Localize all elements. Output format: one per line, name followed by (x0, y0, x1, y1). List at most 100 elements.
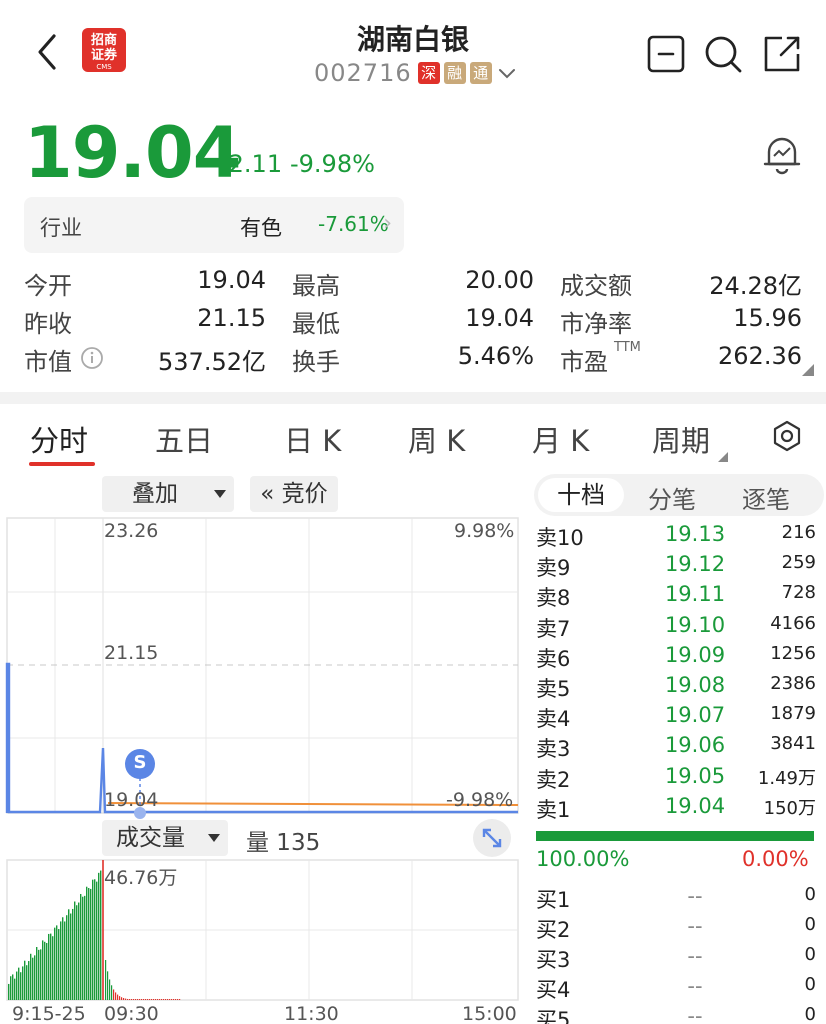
volume-bar (34, 955, 36, 1000)
volume-bar (141, 999, 143, 1000)
level-name: 卖2 (536, 767, 571, 792)
tab-intraday[interactable]: 分时 (30, 418, 88, 460)
market-tag: 深 (417, 62, 440, 84)
stat-label: 今开 (24, 272, 72, 300)
volume-bar (84, 895, 86, 1000)
volume-bar (165, 999, 167, 1000)
tab-period[interactable]: 周期 (652, 418, 710, 460)
volume-bar (123, 998, 125, 1000)
volume-bar (131, 999, 133, 1000)
ask-row[interactable]: 卖5 19.08 2386 (536, 673, 816, 703)
level-name: 卖7 (536, 616, 571, 641)
industry-label: 行业 (40, 216, 82, 240)
ask-row[interactable]: 卖8 19.11 728 (536, 582, 816, 612)
volume-bar (115, 992, 117, 1000)
active-tab-underline (29, 462, 95, 466)
volume-bar (171, 999, 173, 1000)
dropdown-triangle-icon (214, 490, 226, 498)
volume-bar (161, 999, 163, 1000)
pct-axis-bottom: -9.98% (446, 789, 514, 811)
ask-row[interactable]: 卖7 19.10 4166 (536, 613, 816, 643)
search-icon[interactable] (703, 34, 743, 74)
tab-weekly-k[interactable]: 周 K (408, 418, 465, 460)
level-name: 卖5 (536, 677, 571, 701)
volume-bar (117, 994, 119, 1000)
ask-row[interactable]: 卖9 19.12 259 (536, 552, 816, 582)
volume-bar (44, 941, 46, 1000)
time-label: 09:30 (104, 1003, 159, 1024)
ask-row[interactable]: 卖1 19.04 150万 (536, 794, 816, 824)
ask-row[interactable]: 卖3 19.06 3841 (536, 733, 816, 763)
corner-triangle-icon (802, 364, 814, 376)
volume-bar (100, 870, 102, 1000)
share-icon[interactable] (762, 34, 802, 74)
level-volume: 3841 (770, 733, 816, 755)
volume-bar (12, 974, 14, 1000)
indicator-dropdown[interactable]: 成交量 (102, 820, 228, 856)
level-price: 19.13 (664, 522, 726, 546)
sell-marker-label[interactable]: S (125, 752, 155, 773)
bid-row[interactable]: 买3 -- 0 (536, 944, 816, 974)
level-name: 买4 (536, 978, 571, 1002)
bid-row[interactable]: 买1 -- 0 (536, 884, 816, 914)
volume-bar (169, 999, 171, 1000)
volume-bar (135, 999, 137, 1000)
overlay-dropdown[interactable]: 叠加 (102, 476, 234, 512)
volume-bar (151, 999, 153, 1000)
volume-bar (72, 908, 74, 1000)
expand-chart-icon[interactable] (472, 818, 512, 858)
volume-bar (48, 933, 50, 1000)
stat-value: 24.28亿 (709, 272, 802, 300)
ask-row[interactable]: 卖2 19.05 1.49万 (536, 764, 816, 794)
time-label: 15:00 (462, 1003, 517, 1024)
auction-toggle[interactable]: « 竞价 (250, 476, 338, 512)
volume-bar (56, 925, 58, 1000)
ask-row[interactable]: 卖4 19.07 1879 (536, 703, 816, 733)
level-volume: 2386 (770, 673, 816, 694)
industry-row[interactable]: 行业 有色 -7.61% › (24, 197, 404, 253)
volume-bar (8, 983, 10, 1000)
volume-bar (96, 881, 98, 1000)
bid-row[interactable]: 买4 -- 0 (536, 974, 816, 1004)
level-price: 19.12 (664, 552, 726, 577)
info-icon[interactable] (80, 346, 104, 370)
intraday-chart[interactable] (0, 516, 522, 1016)
volume-bar (40, 949, 42, 1000)
price-axis-mid: 21.15 (104, 642, 159, 664)
stock-code-row[interactable]: 002716 深 融 通 (314, 58, 518, 88)
tab-five-day[interactable]: 五日 (155, 418, 213, 460)
level-volume: 0 (804, 914, 816, 935)
volume-bar (14, 978, 16, 1000)
level-price: 19.11 (664, 582, 726, 607)
bid-row[interactable]: 买2 -- 0 (536, 914, 816, 944)
tab-monthly-k[interactable]: 月 K (532, 418, 589, 460)
level-name: 卖9 (536, 556, 571, 581)
volume-bar (80, 893, 82, 1000)
ask-row[interactable]: 卖10 19.13 216 (536, 522, 816, 552)
level-price: -- (687, 1004, 703, 1024)
chart-settings-icon[interactable] (771, 420, 803, 452)
volume-bar (105, 960, 107, 1000)
level-name: 卖10 (536, 526, 584, 550)
level-price: 19.06 (664, 733, 726, 758)
level-name: 买3 (536, 948, 571, 972)
volume-bar (60, 921, 62, 1000)
tab-transactions[interactable]: 逐笔 (742, 480, 790, 515)
level-volume: 216 (781, 522, 816, 543)
volume-bar (94, 879, 96, 1000)
volume-bar (78, 902, 80, 1000)
price-alert-bell-icon[interactable] (760, 132, 804, 176)
volume-bar (18, 967, 20, 1000)
tab-daily-k[interactable]: 日 K (284, 418, 341, 460)
minus-square-icon[interactable] (646, 34, 686, 74)
level-price: 19.04 (664, 793, 726, 818)
tab-ticks[interactable]: 分笔 (648, 480, 696, 515)
ask-row[interactable]: 卖6 19.09 1256 (536, 643, 816, 673)
volume-bar (145, 999, 147, 1000)
tab-ten-levels[interactable]: 十档 (538, 478, 624, 512)
pe-ttm-superscript: TTM (614, 340, 641, 355)
stat-value: 19.04 (197, 266, 266, 294)
volume-bar (30, 953, 32, 1000)
stat-label: 市盈 (560, 348, 608, 376)
bid-row[interactable]: 买5 -- 0 (536, 1004, 816, 1024)
